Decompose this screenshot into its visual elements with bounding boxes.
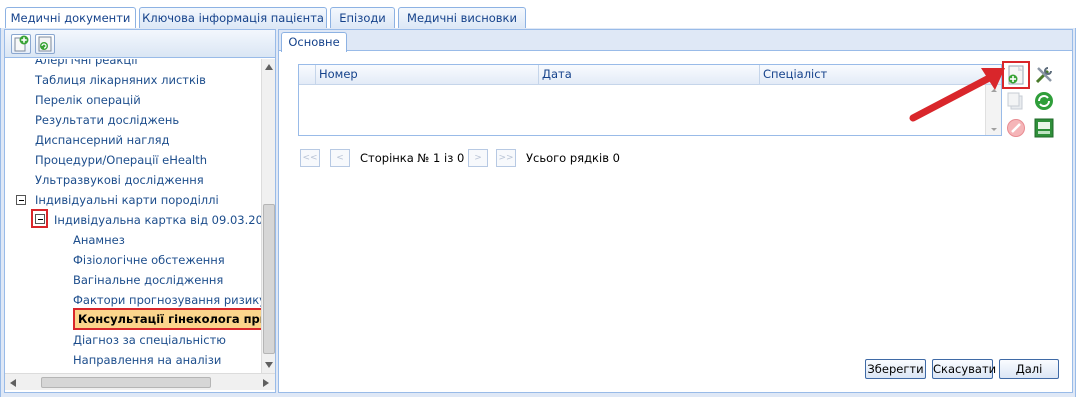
sub-tab-bar: Основне	[279, 30, 1072, 52]
tree-item[interactable]: Вагінальне дослідження	[73, 270, 223, 290]
tab-main[interactable]: Основне	[281, 32, 347, 52]
grid-header: Номер Дата Спеціаліст	[299, 65, 1001, 85]
settings-tools-button[interactable]	[1033, 64, 1055, 86]
tree-item[interactable]: Анамнез	[73, 230, 125, 250]
pager-page-text: Сторінка № 1 із 0	[360, 151, 465, 165]
tab-medical-conclusions[interactable]: Медичні висновки	[398, 7, 526, 29]
column-header-number[interactable]: Номер	[315, 65, 538, 84]
scroll-thumb[interactable]	[263, 204, 275, 354]
scroll-right-icon[interactable]	[263, 379, 269, 387]
tree-item-selected[interactable]: Консультації гінеколога при ваг	[73, 308, 261, 330]
tree-vertical-scrollbar[interactable]	[261, 59, 275, 373]
tree-item[interactable]: Диспансерний нагляд	[35, 130, 170, 150]
refresh-document-icon	[38, 36, 52, 52]
tree-item[interactable]: Індивідуальні карти породіллі	[35, 190, 219, 210]
tree-item[interactable]: Фізіологічне обстеження	[73, 250, 225, 270]
pager-last-button[interactable]: >>	[496, 149, 516, 167]
tab-key-patient-info[interactable]: Ключова інформація пацієнта	[139, 7, 327, 29]
tab-medical-documents[interactable]: Медичні документи	[5, 7, 136, 30]
collapse-toggle-icon[interactable]	[16, 195, 26, 205]
records-grid: Номер Дата Спеціаліст	[298, 64, 1002, 136]
pager-next-button[interactable]: >	[468, 149, 488, 167]
pager-rows-count: Усього рядків 0	[526, 151, 620, 165]
export-icon	[1034, 118, 1054, 138]
tree-item[interactable]: Таблиця лікарняних листків	[35, 70, 206, 90]
tab-episodes[interactable]: Епізоди	[330, 7, 395, 29]
pager-prev-button[interactable]: <	[330, 149, 350, 167]
next-button[interactable]: Далі	[999, 359, 1059, 379]
tree-item[interactable]: Алергічні реакції	[35, 59, 138, 70]
top-tab-bar: Медичні документи Ключова інформація пац…	[0, 0, 1076, 30]
tree-item[interactable]: Результати досліджень	[35, 110, 179, 130]
link-refresh-button[interactable]	[1033, 90, 1055, 112]
left-panel: Алергічні реакції Таблиця лікарняних лис…	[4, 29, 276, 393]
scroll-thumb[interactable]	[41, 377, 211, 388]
document-tree: Алергічні реакції Таблиця лікарняних лис…	[5, 59, 261, 373]
add-document-button[interactable]	[11, 34, 31, 54]
settings-tools-icon	[1035, 67, 1052, 84]
tree-item[interactable]: Направлення на аналізи	[73, 350, 221, 370]
tree-item[interactable]: Процедури/Операції eHealth	[35, 150, 207, 170]
link-refresh-icon	[1035, 92, 1053, 110]
column-header-date[interactable]: Дата	[538, 65, 759, 84]
collapse-toggle-icon[interactable]	[35, 214, 45, 224]
scroll-down-icon[interactable]	[265, 362, 273, 368]
tree-item[interactable]: Ультразвукові дослідження	[35, 170, 204, 190]
export-button[interactable]	[1033, 117, 1055, 139]
tree-item[interactable]: Діагноз за спеціальністю	[73, 330, 226, 350]
save-button[interactable]: Зберегти	[865, 359, 926, 379]
pager: << < Сторінка № 1 із 0 > >> Усього рядкі…	[300, 149, 700, 171]
tree-horizontal-scrollbar[interactable]	[5, 373, 275, 390]
left-toolbar	[5, 30, 275, 58]
add-document-icon	[14, 35, 29, 52]
tree-item[interactable]: Перелік операцій	[35, 90, 141, 110]
refresh-document-button[interactable]	[35, 34, 55, 54]
scroll-up-icon[interactable]	[265, 64, 273, 70]
tree-item[interactable]: Фактори прогнозування ризику п	[73, 290, 261, 310]
cancel-button[interactable]: Скасувати	[932, 359, 996, 379]
tree-item[interactable]: Індивідуальна картка від 09.03.2021	[54, 210, 261, 230]
scroll-left-icon[interactable]	[10, 379, 16, 387]
annotation-arrow-icon	[909, 68, 1005, 122]
pager-first-button[interactable]: <<	[300, 149, 320, 167]
